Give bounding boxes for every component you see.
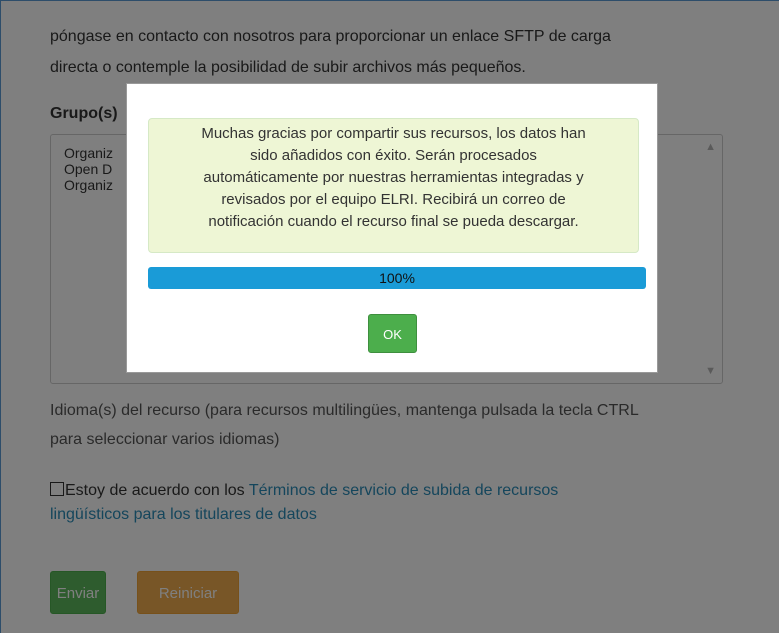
ok-button[interactable]: OK [368, 314, 417, 353]
success-dialog: Muchas gracias por compartir sus recurso… [126, 83, 658, 373]
message-line: sido añadidos con éxito. Serán procesado… [250, 147, 537, 164]
message-line: Muchas gracias por compartir sus recurso… [201, 125, 586, 142]
message-line: revisados por el equipo ELRI. Recibirá u… [221, 191, 566, 208]
message-line: automáticamente por nuestras herramienta… [203, 169, 584, 186]
progress-label: 100% [379, 270, 415, 286]
upload-progress-bar: 100% [148, 267, 646, 289]
message-line: notificación cuando el recurso final se … [208, 213, 579, 230]
success-message: Muchas gracias por compartir sus recurso… [148, 118, 639, 253]
